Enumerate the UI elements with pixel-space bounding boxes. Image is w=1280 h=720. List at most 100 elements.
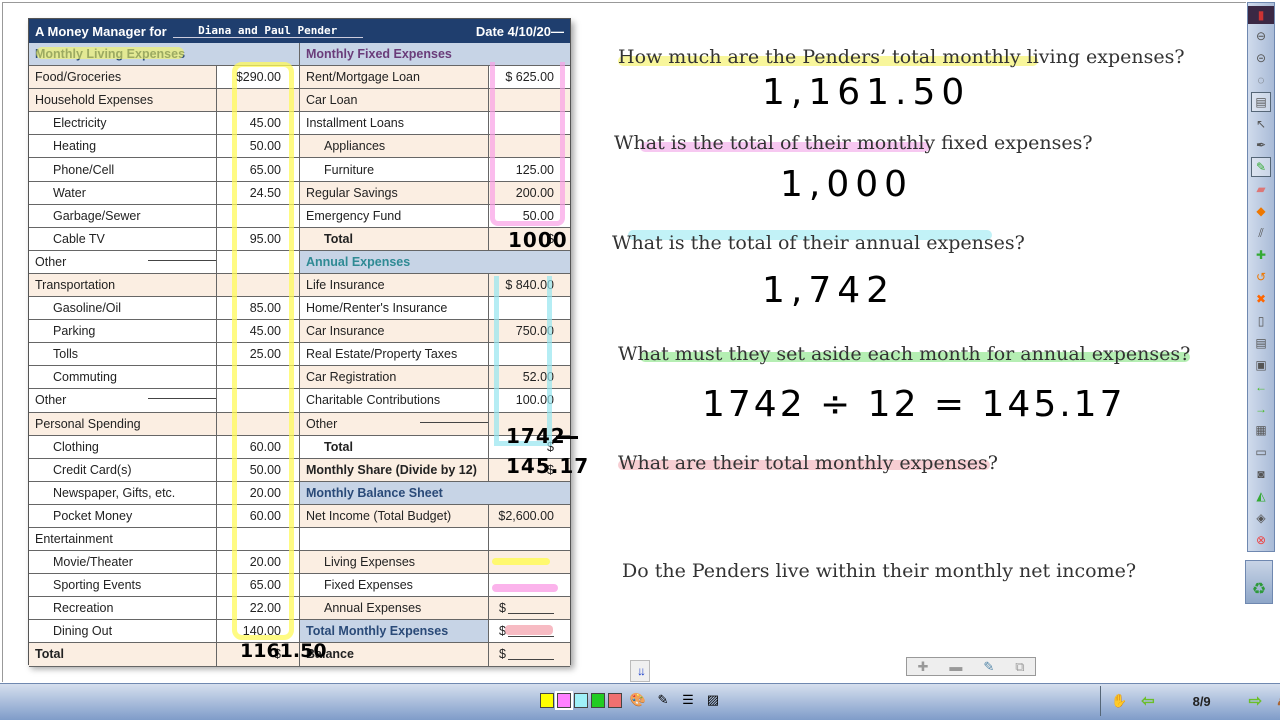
worksheet-row: Sporting Events 65.00 (29, 574, 299, 598)
app-menu-icon[interactable]: ▮ (1248, 6, 1274, 24)
row-label: Clothing (53, 439, 99, 454)
color-swatches: 🎨 ✎ ☰ ▨ (540, 690, 722, 710)
minimize-icon[interactable]: ⊖ (1251, 26, 1271, 46)
row-value (216, 250, 299, 273)
row-value (488, 574, 570, 597)
select-arrow-icon[interactable]: ↖ (1251, 114, 1271, 134)
previous-page-arrow[interactable]: ⇦ (1141, 691, 1154, 711)
right-toolbar: ▮ ⊖ ⊝ ◌ ▤ ↖ ✒ ✎ ▰ ◆ ⫽ ✚ ↺ ✖ ▯ ▤ ▣ ← → ▦ … (1247, 2, 1275, 552)
spotlight-icon[interactable]: ◈ (1251, 508, 1271, 528)
highlighter-icon[interactable]: ✎ (1251, 157, 1271, 178)
worksheet-row: Life Insurance $ 840.00 (300, 273, 570, 298)
collapse-toolbar-button[interactable]: ↓↓ (630, 660, 650, 682)
color-swatch[interactable] (540, 692, 554, 708)
edit-icon[interactable]: ✎ (983, 659, 994, 675)
eraser-icon[interactable]: ▰ (1251, 179, 1271, 199)
table-icon[interactable]: ▦ (1251, 421, 1271, 441)
close-icon[interactable]: ⊗ (1251, 530, 1271, 550)
worksheet-row: Clothing 60.00 (29, 435, 299, 459)
row-label: Transportation (29, 273, 216, 297)
fixed-annual-column: Monthly Fixed Expenses Rent/Mortgage Loa… (300, 43, 570, 667)
blank-line (148, 389, 216, 400)
row-value: $ (488, 643, 570, 666)
hand-icon[interactable]: ✋ (1111, 693, 1127, 709)
page-template-icon[interactable]: ▤ (1251, 333, 1271, 353)
recycle-bin-icon[interactable]: ♻ (1245, 560, 1273, 604)
worksheet-row: Charitable Contributions 100.00 (300, 389, 570, 413)
row-value (216, 527, 299, 551)
worksheet-row: Living Expenses (300, 551, 570, 575)
row-value: 24.50 (216, 181, 299, 204)
row-label: Personal Spending (29, 412, 216, 435)
worksheet-row: Real Estate/Property Taxes (300, 343, 570, 367)
transparency-icon[interactable]: ▨ (704, 692, 722, 708)
row-value (216, 89, 299, 112)
screen-shade-icon[interactable]: ▣ (1251, 355, 1271, 375)
worksheet-row: Household Expenses (29, 89, 299, 113)
window-icon[interactable]: ⧉ (1015, 659, 1024, 675)
row-value (216, 389, 299, 412)
color-swatch[interactable] (555, 690, 573, 710)
color-swatch[interactable] (591, 692, 605, 708)
measure-icon[interactable]: ◭ (1251, 486, 1271, 506)
restore-icon[interactable]: ⊝ (1251, 48, 1271, 68)
capture-icon[interactable]: ◙ (1251, 464, 1271, 484)
section-header-fixed: Monthly Fixed Expenses (300, 43, 570, 67)
mouse-icon[interactable]: ◌ (1251, 70, 1271, 90)
row-label: Emergency Fund (306, 208, 402, 223)
row-value: $ 840.00 (488, 273, 570, 297)
row-label (300, 528, 488, 550)
users-icon[interactable]: ♟ (1276, 693, 1280, 709)
shapes-icon[interactable]: ◆ (1251, 201, 1271, 221)
row-label: Total (324, 439, 353, 454)
worksheet-row: Parking 45.00 (29, 320, 299, 344)
row-value: 125.00 (488, 158, 570, 181)
previous-page-icon[interactable]: ← (1251, 377, 1271, 397)
row-label: Heating (29, 135, 216, 158)
row-value: $ (488, 597, 570, 620)
row-value: $290.00 (216, 66, 299, 89)
pen-icon[interactable]: ✒ (1251, 136, 1271, 156)
row-value: 45.00 (216, 112, 299, 135)
row-label: Car Loan (300, 89, 488, 112)
blank-line (148, 251, 216, 261)
delete-icon[interactable]: ✖ (1251, 289, 1271, 309)
row-value (488, 527, 570, 551)
row-value: 52.00 (488, 366, 570, 389)
color-swatch[interactable] (608, 692, 622, 708)
row-label: Net Income (Total Budget) (300, 504, 488, 527)
save-icon[interactable]: ▭ (1251, 442, 1271, 462)
zoom-out-icon[interactable]: ▬ (949, 659, 962, 674)
next-page-icon[interactable]: → (1251, 399, 1271, 419)
row-label: Rent/Mortgage Loan (306, 70, 420, 85)
worksheet-names: Diana and Paul Pender (172, 24, 363, 38)
question-1: How much are the Penders’ total monthly … (618, 46, 1185, 68)
row-label: Parking (29, 320, 216, 343)
next-page-arrow[interactable]: ⇨ (1249, 691, 1262, 711)
row-label: Garbage/Sewer (53, 208, 141, 223)
row-label: Household Expenses (29, 89, 216, 112)
undo-icon[interactable]: ↺ (1251, 267, 1271, 287)
worksheet-row: Furniture 125.00 (300, 158, 570, 182)
worksheet-row (300, 527, 570, 552)
page-sorter-icon[interactable]: ▤ (1251, 91, 1271, 112)
highlighter-tool-icon[interactable]: ✎ (654, 692, 672, 708)
palette-icon[interactable]: 🎨 (629, 692, 647, 708)
row-label: Monthly Share (Divide by 12) (300, 458, 488, 481)
color-swatch[interactable] (574, 692, 588, 708)
row-value: 22.00 (216, 597, 299, 620)
row-value: 20.00 (216, 551, 299, 574)
row-value: 50.00 (488, 204, 570, 227)
zoom-in-icon[interactable]: ✚ (917, 659, 928, 675)
row-label: Entertainment (35, 532, 113, 547)
worksheet-row: Garbage/Sewer (29, 204, 299, 228)
row-value: 750.00 (488, 320, 570, 343)
blank-page-icon[interactable]: ▯ (1251, 311, 1271, 331)
row-value (216, 366, 299, 389)
row-label: Cable TV (29, 227, 216, 250)
row-label: Real Estate/Property Taxes (306, 347, 458, 362)
row-value (216, 412, 299, 435)
text-add-icon[interactable]: ✚ (1251, 245, 1271, 265)
line-icon[interactable]: ⫽ (1251, 223, 1271, 243)
line-width-icon[interactable]: ☰ (679, 692, 697, 708)
